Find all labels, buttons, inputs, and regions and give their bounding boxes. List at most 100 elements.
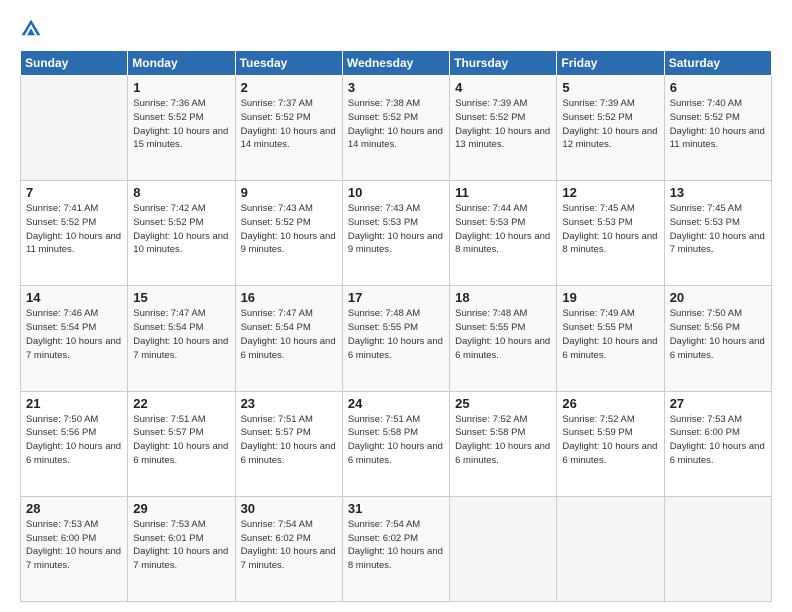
day-of-week-header: Tuesday [235,51,342,76]
day-number: 6 [670,80,766,95]
day-info: Sunrise: 7:39 AM Sunset: 5:52 PM Dayligh… [455,97,551,152]
header [20,18,772,40]
day-info: Sunrise: 7:45 AM Sunset: 5:53 PM Dayligh… [562,202,658,257]
day-of-week-header: Wednesday [342,51,449,76]
day-of-week-header: Monday [128,51,235,76]
calendar-cell: 10 Sunrise: 7:43 AM Sunset: 5:53 PM Dayli… [342,181,449,286]
day-info: Sunrise: 7:40 AM Sunset: 5:52 PM Dayligh… [670,97,766,152]
day-info: Sunrise: 7:39 AM Sunset: 5:52 PM Dayligh… [562,97,658,152]
day-number: 12 [562,185,658,200]
calendar-cell: 29 Sunrise: 7:53 AM Sunset: 6:01 PM Dayli… [128,496,235,601]
day-info: Sunrise: 7:52 AM Sunset: 5:58 PM Dayligh… [455,413,551,468]
day-number: 5 [562,80,658,95]
day-info: Sunrise: 7:51 AM Sunset: 5:57 PM Dayligh… [241,413,337,468]
day-info: Sunrise: 7:52 AM Sunset: 5:59 PM Dayligh… [562,413,658,468]
day-number: 22 [133,396,229,411]
calendar-cell: 21Sunrise: 7:50 AM Sunset: 5:56 PM Dayli… [21,391,128,496]
calendar-cell: 26 Sunrise: 7:52 AM Sunset: 5:59 PM Dayli… [557,391,664,496]
day-number: 1 [133,80,229,95]
day-info: Sunrise: 7:51 AM Sunset: 5:58 PM Dayligh… [348,413,444,468]
day-number: 16 [241,290,337,305]
calendar-header-row: SundayMondayTuesdayWednesdayThursdayFrid… [21,51,772,76]
day-number: 29 [133,501,229,516]
calendar-cell: 17 Sunrise: 7:48 AM Sunset: 5:55 PM Dayli… [342,286,449,391]
calendar-cell: 20 Sunrise: 7:50 AM Sunset: 5:56 PM Dayli… [664,286,771,391]
calendar-cell [557,496,664,601]
day-of-week-header: Saturday [664,51,771,76]
calendar-cell: 4Sunrise: 7:39 AM Sunset: 5:52 PM Daylig… [450,76,557,181]
calendar-cell: 28Sunrise: 7:53 AM Sunset: 6:00 PM Dayli… [21,496,128,601]
day-number: 28 [26,501,122,516]
day-number: 9 [241,185,337,200]
calendar-cell [21,76,128,181]
day-number: 17 [348,290,444,305]
day-number: 24 [348,396,444,411]
calendar-cell: 23 Sunrise: 7:51 AM Sunset: 5:57 PM Dayli… [235,391,342,496]
page: SundayMondayTuesdayWednesdayThursdayFrid… [0,0,792,612]
day-info: Sunrise: 7:38 AM Sunset: 5:52 PM Dayligh… [348,97,444,152]
day-number: 11 [455,185,551,200]
calendar-cell: 18 Sunrise: 7:48 AM Sunset: 5:55 PM Dayli… [450,286,557,391]
calendar-cell: 25 Sunrise: 7:52 AM Sunset: 5:58 PM Dayli… [450,391,557,496]
day-of-week-header: Friday [557,51,664,76]
day-info: Sunrise: 7:36 AM Sunset: 5:52 PM Dayligh… [133,97,229,152]
day-number: 10 [348,185,444,200]
day-info: Sunrise: 7:53 AM Sunset: 6:00 PM Dayligh… [670,413,766,468]
day-number: 26 [562,396,658,411]
day-number: 25 [455,396,551,411]
calendar-cell: 2 Sunrise: 7:37 AM Sunset: 5:52 PM Daylig… [235,76,342,181]
day-number: 15 [133,290,229,305]
calendar-cell: 15 Sunrise: 7:47 AM Sunset: 5:54 PM Dayli… [128,286,235,391]
day-info: Sunrise: 7:51 AM Sunset: 5:57 PM Dayligh… [133,413,229,468]
day-info: Sunrise: 7:37 AM Sunset: 5:52 PM Dayligh… [241,97,337,152]
day-number: 19 [562,290,658,305]
logo-icon [20,18,42,40]
day-info: Sunrise: 7:48 AM Sunset: 5:55 PM Dayligh… [348,307,444,362]
calendar-cell: 13Sunrise: 7:45 AM Sunset: 5:53 PM Dayli… [664,181,771,286]
calendar-cell: 16Sunrise: 7:47 AM Sunset: 5:54 PM Dayli… [235,286,342,391]
day-number: 18 [455,290,551,305]
day-number: 27 [670,396,766,411]
day-info: Sunrise: 7:43 AM Sunset: 5:53 PM Dayligh… [348,202,444,257]
calendar-cell: 14Sunrise: 7:46 AM Sunset: 5:54 PM Dayli… [21,286,128,391]
calendar-cell [664,496,771,601]
day-number: 23 [241,396,337,411]
day-info: Sunrise: 7:47 AM Sunset: 5:54 PM Dayligh… [133,307,229,362]
day-info: Sunrise: 7:41 AM Sunset: 5:52 PM Dayligh… [26,202,122,257]
day-number: 14 [26,290,122,305]
day-number: 8 [133,185,229,200]
calendar-cell: 31 Sunrise: 7:54 AM Sunset: 6:02 PM Dayli… [342,496,449,601]
day-number: 13 [670,185,766,200]
calendar-week-row: 7Sunrise: 7:41 AM Sunset: 5:52 PM Daylig… [21,181,772,286]
day-number: 20 [670,290,766,305]
calendar-cell: 11 Sunrise: 7:44 AM Sunset: 5:53 PM Dayli… [450,181,557,286]
calendar-cell: 27 Sunrise: 7:53 AM Sunset: 6:00 PM Dayli… [664,391,771,496]
day-number: 2 [241,80,337,95]
day-info: Sunrise: 7:43 AM Sunset: 5:52 PM Dayligh… [241,202,337,257]
calendar-week-row: 21Sunrise: 7:50 AM Sunset: 5:56 PM Dayli… [21,391,772,496]
calendar-table: SundayMondayTuesdayWednesdayThursdayFrid… [20,50,772,602]
calendar-cell: 7Sunrise: 7:41 AM Sunset: 5:52 PM Daylig… [21,181,128,286]
calendar-cell: 9 Sunrise: 7:43 AM Sunset: 5:52 PM Daylig… [235,181,342,286]
day-info: Sunrise: 7:54 AM Sunset: 6:02 PM Dayligh… [241,518,337,573]
day-number: 21 [26,396,122,411]
day-info: Sunrise: 7:48 AM Sunset: 5:55 PM Dayligh… [455,307,551,362]
day-number: 3 [348,80,444,95]
logo [20,18,46,40]
day-info: Sunrise: 7:54 AM Sunset: 6:02 PM Dayligh… [348,518,444,573]
calendar-week-row: 1 Sunrise: 7:36 AM Sunset: 5:52 PM Daylig… [21,76,772,181]
calendar-cell: 5 Sunrise: 7:39 AM Sunset: 5:52 PM Daylig… [557,76,664,181]
calendar-cell: 1 Sunrise: 7:36 AM Sunset: 5:52 PM Daylig… [128,76,235,181]
day-number: 30 [241,501,337,516]
calendar-cell: 22 Sunrise: 7:51 AM Sunset: 5:57 PM Dayli… [128,391,235,496]
calendar-cell: 6 Sunrise: 7:40 AM Sunset: 5:52 PM Daylig… [664,76,771,181]
day-info: Sunrise: 7:50 AM Sunset: 5:56 PM Dayligh… [670,307,766,362]
day-info: Sunrise: 7:44 AM Sunset: 5:53 PM Dayligh… [455,202,551,257]
calendar-week-row: 28Sunrise: 7:53 AM Sunset: 6:00 PM Dayli… [21,496,772,601]
calendar-week-row: 14Sunrise: 7:46 AM Sunset: 5:54 PM Dayli… [21,286,772,391]
calendar-cell: 24 Sunrise: 7:51 AM Sunset: 5:58 PM Dayli… [342,391,449,496]
day-info: Sunrise: 7:49 AM Sunset: 5:55 PM Dayligh… [562,307,658,362]
day-number: 31 [348,501,444,516]
day-info: Sunrise: 7:53 AM Sunset: 6:01 PM Dayligh… [133,518,229,573]
calendar-cell: 30 Sunrise: 7:54 AM Sunset: 6:02 PM Dayli… [235,496,342,601]
